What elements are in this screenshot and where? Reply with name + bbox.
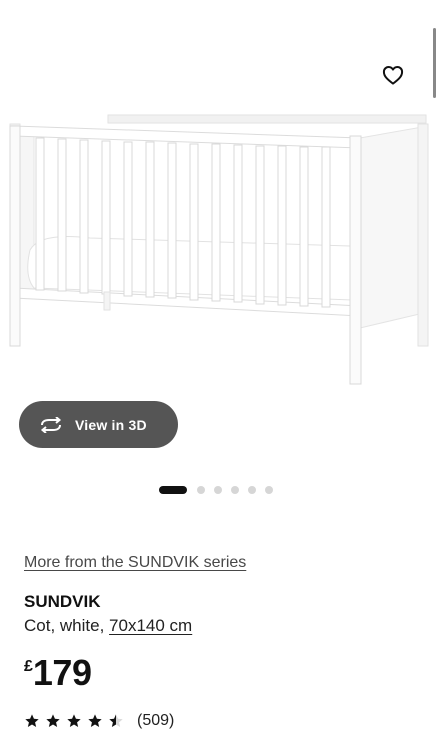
star-filled-icon: [25, 714, 39, 727]
price-currency: £: [24, 658, 33, 675]
view-in-3d-button[interactable]: View in 3D: [19, 401, 178, 448]
favourite-button[interactable]: [378, 60, 408, 90]
carousel-dot-1[interactable]: [159, 486, 187, 494]
rating-summary[interactable]: (509): [24, 712, 174, 730]
product-price: £ 179: [24, 652, 92, 694]
star-filled-icon: [88, 714, 102, 727]
carousel-indicator: [159, 486, 282, 494]
carousel-dot-2[interactable]: [197, 486, 205, 494]
view-in-3d-label: View in 3D: [75, 416, 147, 433]
price-amount: 179: [32, 652, 92, 693]
carousel-dot-3[interactable]: [214, 486, 222, 494]
product-description: Cot, white, 70x140 cm: [24, 616, 192, 636]
star-rating: [24, 713, 129, 729]
carousel-dot-5[interactable]: [248, 486, 256, 494]
series-link[interactable]: More from the SUNDVIK series: [24, 554, 246, 572]
carousel-dot-6[interactable]: [265, 486, 273, 494]
rotate-arrows-icon: [39, 416, 63, 434]
star-filled-icon: [67, 714, 81, 727]
product-image-gallery[interactable]: [0, 0, 440, 410]
carousel-dot-4[interactable]: [231, 486, 239, 494]
product-name: SUNDVIK: [24, 592, 101, 611]
crib-product-image: [9, 114, 429, 385]
star-filled-icon: [46, 714, 60, 727]
scrollbar-thumb[interactable]: [433, 28, 436, 98]
star-half-icon: [109, 714, 123, 727]
product-size-link[interactable]: 70x140 cm: [109, 616, 192, 635]
review-count: (509): [137, 712, 175, 729]
heart-outline-icon: [382, 66, 404, 85]
product-description-text: Cot, white,: [24, 616, 110, 635]
